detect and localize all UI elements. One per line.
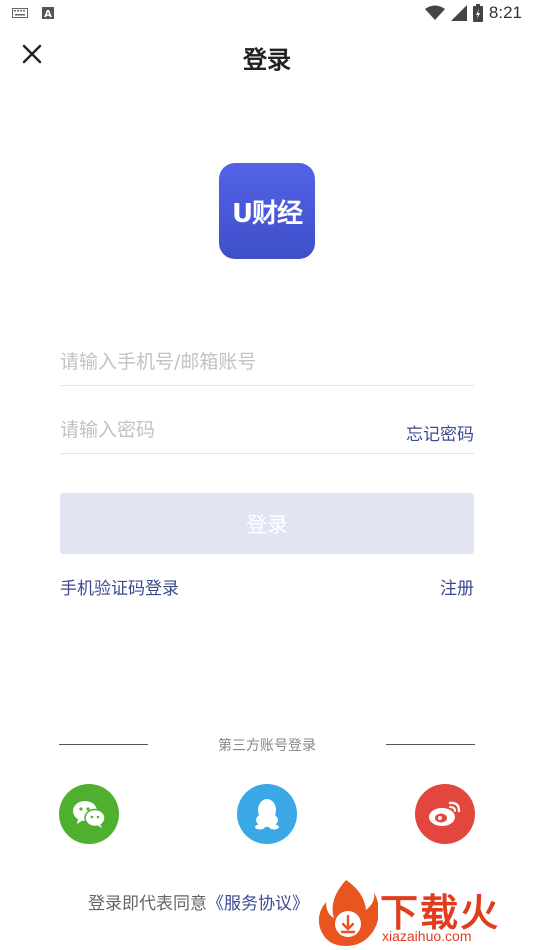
wifi-icon [424, 5, 445, 20]
status-bar: A 8:21 [0, 0, 534, 28]
status-left: A [12, 7, 54, 19]
third-party-title: 第三方账号登录 [218, 738, 316, 754]
status-time: 8:21 [488, 3, 522, 22]
agreement-text: 登录即代表同意《服务协议》 [88, 889, 309, 914]
qq-icon [255, 799, 279, 830]
register-link[interactable]: 注册 [440, 574, 474, 599]
password-input[interactable] [60, 408, 380, 452]
a-notification-icon: A [42, 7, 54, 19]
watermark-sub: xiazaihuo.com [382, 928, 472, 944]
agreement-prefix: 登录即代表同意 [88, 894, 207, 914]
app-logo-text: U财经 [231, 198, 303, 229]
forgot-password-link[interactable]: 忘记密码 [406, 420, 474, 445]
battery-icon [472, 4, 483, 22]
flame-logo-icon [318, 880, 378, 946]
account-input[interactable] [60, 340, 380, 384]
weibo-icon [429, 801, 461, 826]
account-field [60, 340, 474, 386]
wechat-icon [73, 801, 106, 828]
wechat-login-button[interactable] [59, 784, 119, 844]
password-field: 忘记密码 [60, 408, 474, 454]
sms-login-link[interactable]: 手机验证码登录 [60, 574, 179, 599]
svg-text:A: A [44, 9, 52, 19]
login-button[interactable]: 登录 [60, 493, 474, 554]
keyboard-icon [12, 8, 28, 18]
page-title: 登录 [243, 46, 291, 74]
weibo-login-button[interactable] [415, 784, 475, 844]
divider-right [386, 744, 475, 745]
signal-icon [450, 5, 467, 21]
app-logo: U财经 [219, 163, 315, 259]
status-right: 8:21 [424, 3, 522, 23]
service-agreement-link[interactable]: 《服务协议》 [207, 894, 309, 914]
watermark: 下载火 xiazaihuo.com [316, 878, 532, 948]
qq-login-button[interactable] [237, 784, 297, 844]
